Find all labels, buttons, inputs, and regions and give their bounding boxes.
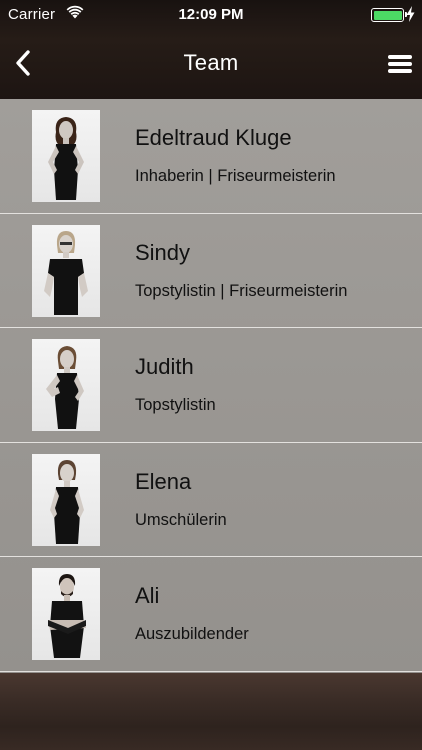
status-bar: Carrier 12:09 PM: [0, 0, 422, 30]
hamburger-menu-icon: [388, 55, 412, 59]
menu-button[interactable]: [384, 50, 416, 78]
team-member-row[interactable]: Sindy Topstylistin | Friseurmeisterin: [0, 214, 422, 328]
team-member-name: Edeltraud Kluge: [135, 125, 292, 150]
team-member-photo: [32, 453, 100, 546]
team-member-name: Sindy: [135, 239, 191, 265]
team-member-role: Auszubildender: [135, 625, 249, 643]
team-member-name: Elena: [135, 468, 192, 494]
charging-bolt-icon: [406, 6, 415, 22]
team-member-photo: [32, 110, 100, 202]
team-member-row[interactable]: Ali Auszubildender: [0, 557, 422, 672]
team-member-name: Ali: [135, 583, 160, 608]
team-member-photo: [32, 224, 100, 317]
battery-icon: [371, 8, 407, 22]
team-member-row[interactable]: Edeltraud Kluge Inhaberin | Friseurmeist…: [0, 99, 422, 214]
clock: 12:09 PM: [178, 6, 244, 23]
team-list: Edeltraud Kluge Inhaberin | Friseurmeist…: [0, 99, 422, 673]
navigation-bar: Team: [0, 30, 422, 99]
team-member-row[interactable]: Judith Topstylistin: [0, 328, 422, 443]
battery-level: [373, 10, 402, 20]
team-member-role: Topstylistin | Friseurmeisterin: [135, 281, 348, 300]
team-member-name: Judith: [135, 354, 194, 379]
page-title: Team: [183, 50, 239, 75]
footer-background: [0, 673, 422, 750]
team-member-photo: [32, 339, 100, 431]
team-member-role: Umschülerin: [135, 510, 227, 529]
team-member-role: Inhaberin | Friseurmeisterin: [135, 167, 336, 185]
team-member-row[interactable]: Elena Umschülerin: [0, 443, 422, 557]
team-member-photo: [32, 568, 100, 660]
team-member-role: Topstylistin: [135, 396, 216, 414]
